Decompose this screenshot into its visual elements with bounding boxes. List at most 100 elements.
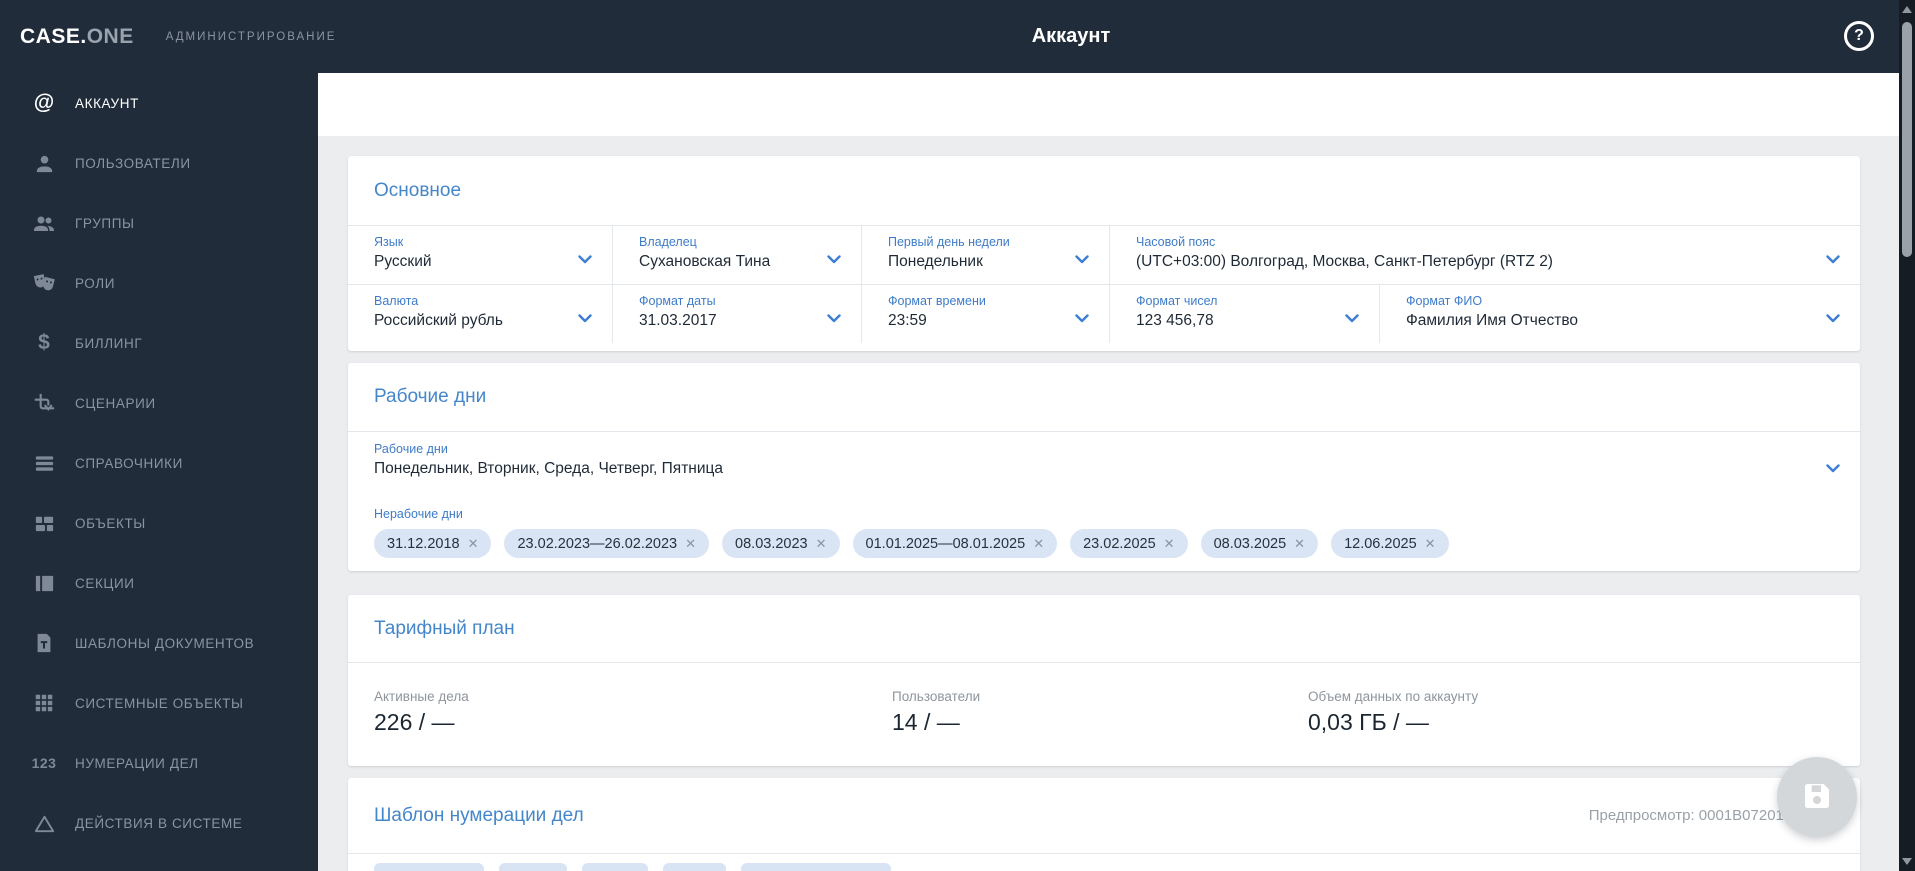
help-button[interactable]: ? — [1844, 21, 1874, 51]
field-value: Русский — [374, 253, 432, 270]
chevron-down-icon — [1345, 310, 1359, 328]
sidebar-item-label: ШАБЛОНЫ ДОКУМЕНТОВ — [75, 635, 255, 651]
chevron-down-icon — [827, 251, 841, 269]
sidebar-item-billing[interactable]: $ БИЛЛИНГ — [0, 313, 318, 373]
numbering-segment-chip[interactable] — [499, 863, 567, 871]
sidebar-item-label: СЦЕНАРИИ — [75, 395, 156, 411]
number-format-select[interactable]: Формат чисел 123 456,78 — [1110, 285, 1380, 343]
numbering-card: Шаблон нумерации дел Предпросмотр: 0001В… — [348, 778, 1860, 871]
nonworkday-chip: 23.02.2025 ✕ — [1070, 529, 1188, 558]
nonworkday-chip: 08.03.2025 ✕ — [1200, 529, 1319, 558]
field-value: 23:59 — [888, 312, 927, 329]
timezone-select[interactable]: Часовой пояс (UTC+03:00) Волгоград, Моск… — [1110, 226, 1860, 284]
sidebar-item-sections[interactable]: СЕКЦИИ — [0, 553, 318, 613]
sidebar-item-label: ПОЛЬЗОВАТЕЛИ — [75, 155, 191, 171]
field-label: Нерабочие дни — [374, 507, 463, 521]
name-format-select[interactable]: Формат ФИО Фамилия Имя Отчество — [1380, 285, 1860, 343]
sections-icon — [30, 569, 58, 597]
stat-value: 226 / — — [374, 709, 455, 735]
chip-label: 31.12.2018 — [387, 535, 460, 552]
sidebar-item-roles[interactable]: РОЛИ — [0, 253, 318, 313]
field-label: Формат времени — [888, 294, 986, 308]
stat-data-volume: Объем данных по аккаунту 0,03 ГБ / — — [1308, 689, 1478, 736]
close-icon[interactable]: ✕ — [1294, 536, 1305, 552]
numbering-segment-chip[interactable] — [741, 863, 891, 871]
nonworkday-chip: 31.12.2018 ✕ — [374, 529, 492, 558]
chevron-down-icon — [827, 310, 841, 328]
currency-select[interactable]: Валюта Российский рубль — [348, 285, 613, 343]
scrollbar[interactable] — [1899, 0, 1915, 871]
sidebar-item-objects[interactable]: ОБЪЕКТЫ — [0, 493, 318, 553]
sidebar-item-scenarios[interactable]: СЦЕНАРИИ — [0, 373, 318, 433]
sidebar-item-label: БИЛЛИНГ — [75, 335, 143, 351]
language-select[interactable]: Язык Русский — [348, 226, 613, 284]
first-day-select[interactable]: Первый день недели Понедельник — [862, 226, 1110, 284]
general-row-2: Валюта Российский рубль Формат даты 31.0… — [348, 284, 1860, 343]
brand: CASE. ONE АДМИНИСТРИРОВАНИЕ — [20, 0, 336, 73]
field-label: Язык — [374, 235, 404, 249]
stat-label: Объем данных по аккаунту — [1308, 689, 1479, 704]
masks-icon — [30, 269, 58, 297]
sidebar-item-doc-templates[interactable]: ШАБЛОНЫ ДОКУМЕНТОВ — [0, 613, 318, 673]
sidebar-item-label: ДЕЙСТВИЯ В СИСТЕМЕ — [75, 815, 243, 831]
date-format-select[interactable]: Формат даты 31.03.2017 — [613, 285, 862, 343]
numbers-123-icon: 123 — [31, 755, 57, 771]
app-root: CASE. ONE АДМИНИСТРИРОВАНИЕ Аккаунт ? @ А… — [0, 0, 1915, 871]
nonworkday-chip: 12.06.2025 ✕ — [1331, 529, 1449, 558]
close-icon[interactable]: ✕ — [1033, 536, 1044, 552]
sidebar-item-groups[interactable]: ГРУППЫ — [0, 193, 318, 253]
close-icon[interactable]: ✕ — [1425, 536, 1436, 552]
sidebar-item-users[interactable]: ПОЛЬЗОВАТЕЛИ — [0, 133, 318, 193]
save-button[interactable] — [1777, 757, 1857, 837]
chevron-down-icon — [1075, 251, 1089, 269]
chevron-down-icon — [578, 251, 592, 269]
chevron-down-icon — [1826, 251, 1840, 269]
nonworkday-chip: 08.03.2023 ✕ — [722, 529, 840, 558]
chevron-down-icon — [1075, 310, 1089, 328]
scroll-up-arrow-icon[interactable] — [1902, 6, 1912, 13]
field-value: Российский рубль — [374, 312, 503, 329]
nonworkdays-chip-list: 31.12.2018 ✕ 23.02.2023—26.02.2023 ✕ 08.03… — [374, 529, 1834, 558]
field-label: Часовой пояс — [1136, 235, 1216, 249]
sidebar-item-directories[interactable]: СПРАВОЧНИКИ — [0, 433, 318, 493]
chip-label: 23.02.2023—26.02.2023 — [517, 535, 678, 552]
page-title: Аккаунт — [1031, 25, 1111, 47]
nonworkday-chip: 23.02.2023—26.02.2023 ✕ — [504, 529, 710, 558]
brand-secondary: ONE — [86, 24, 134, 48]
close-icon[interactable]: ✕ — [468, 536, 479, 552]
scroll-down-arrow-icon[interactable] — [1902, 858, 1912, 865]
chip-label: 23.02.2025 — [1083, 535, 1156, 552]
field-value: Сухановская Тина — [639, 253, 771, 270]
numbering-segment-chip[interactable] — [374, 863, 484, 871]
close-icon[interactable]: ✕ — [816, 536, 827, 552]
workdays-card: Рабочие дни Рабочие дни Понедельник, Вто… — [348, 363, 1860, 571]
owner-select[interactable]: Владелец Сухановская Тина — [613, 226, 862, 284]
users-group-icon — [30, 209, 58, 237]
field-label: Формат ФИО — [1406, 294, 1483, 308]
time-format-select[interactable]: Формат времени 23:59 — [862, 285, 1110, 343]
dashboard-icon — [30, 509, 58, 537]
sidebar-item-system-objects[interactable]: СИСТЕМНЫЕ ОБЪЕКТЫ — [0, 673, 318, 733]
list-icon — [30, 449, 58, 477]
scrollbar-thumb[interactable] — [1902, 22, 1912, 257]
sidebar-item-account[interactable]: @ АККАУНТ — [0, 73, 318, 133]
stat-value: 14 / — — [892, 709, 960, 735]
brand-primary: CASE. — [20, 24, 87, 48]
stat-value: 0,03 ГБ / — — [1308, 709, 1429, 735]
sidebar-item-system-actions[interactable]: ДЕЙСТВИЯ В СИСТЕМЕ — [0, 793, 318, 853]
numbering-segment-chip[interactable] — [663, 863, 726, 871]
workdays-select[interactable]: Рабочие дни Понедельник, Вторник, Среда,… — [348, 431, 1860, 495]
field-value: Понедельник — [888, 253, 983, 270]
close-icon[interactable]: ✕ — [685, 536, 696, 552]
chip-label: 01.01.2025—08.01.2025 — [865, 535, 1026, 552]
nonworkdays-section: Нерабочие дни 31.12.2018 ✕ 23.02.2023—26.… — [348, 495, 1860, 572]
close-icon[interactable]: ✕ — [1164, 536, 1175, 552]
general-card: Основное Язык Русский Владелец Сухановск… — [348, 156, 1860, 351]
numbering-segment-chip[interactable] — [582, 863, 648, 871]
sidebar-item-case-numbering[interactable]: 123 НУМЕРАЦИИ ДЕЛ — [0, 733, 318, 793]
chip-label: 12.06.2025 — [1344, 535, 1417, 552]
sidebar-item-label: СПРАВОЧНИКИ — [75, 455, 183, 471]
field-value: Фамилия Имя Отчество — [1406, 312, 1578, 329]
content-toolbar-strip — [318, 73, 1899, 136]
sidebar-item-label: СЕКЦИИ — [75, 575, 135, 591]
